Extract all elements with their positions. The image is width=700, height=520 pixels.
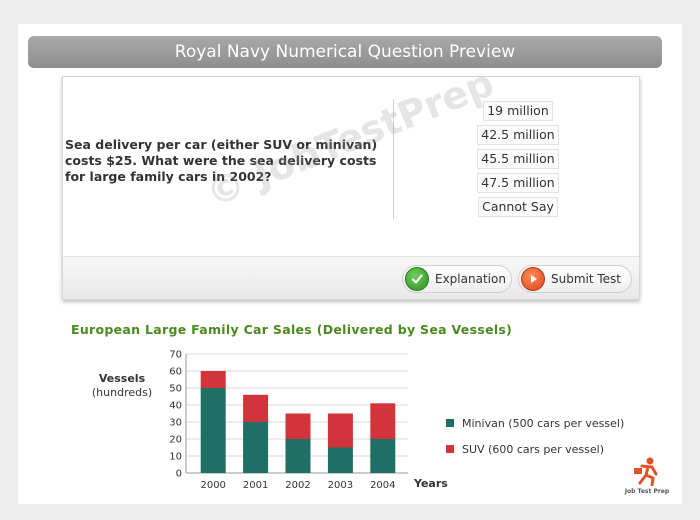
- logo-text: Job Test Prep: [624, 488, 670, 495]
- page-title: Royal Navy Numerical Question Preview: [28, 36, 662, 68]
- y-tick-label: 20: [169, 435, 182, 446]
- answer-option-5[interactable]: Cannot Say: [478, 197, 558, 217]
- legend-label-minivan: Minivan (500 cars per vessel): [462, 416, 625, 430]
- answer-option-1[interactable]: 19 million: [483, 101, 553, 121]
- bar-suv: [243, 394, 269, 422]
- answer-options: 19 million 42.5 million 45.5 million 47.…: [453, 101, 583, 221]
- y-tick-label: 60: [169, 367, 182, 378]
- bar-minivan: [285, 439, 311, 473]
- legend-swatch-suv: [446, 445, 454, 453]
- y-axis-label-line1: Vessels: [98, 372, 146, 385]
- x-tick-label: 2001: [243, 480, 268, 491]
- legend-label-suv: SUV (600 cars per vessel): [462, 442, 605, 456]
- legend-item-minivan: Minivan (500 cars per vessel): [446, 410, 624, 436]
- bar-minivan: [370, 439, 396, 473]
- bar-minivan: [327, 447, 353, 473]
- legend-swatch-minivan: [446, 419, 454, 427]
- y-tick-label: 30: [169, 418, 182, 429]
- bar-suv: [285, 413, 311, 439]
- bar-chart: 0 10 20 30 40 50 60 70 2000 2001 2002 2003 2004: [169, 350, 408, 491]
- divider: [393, 99, 394, 219]
- bar-minivan: [200, 388, 226, 473]
- x-tick-label: 2002: [285, 480, 310, 491]
- checkmark-icon: [405, 267, 429, 291]
- y-tick-label: 40: [169, 401, 182, 412]
- explanation-label: Explanation: [435, 272, 506, 286]
- button-bar: Explanation Submit Test: [63, 256, 639, 299]
- bar-suv: [200, 371, 226, 388]
- bar-minivan: [243, 422, 269, 473]
- play-icon: [521, 267, 545, 291]
- bar-suv: [327, 413, 353, 448]
- answer-option-3[interactable]: 45.5 million: [477, 149, 559, 169]
- y-axis-label: Vessels (hundreds): [87, 372, 157, 400]
- answer-option-4[interactable]: 47.5 million: [477, 173, 559, 193]
- y-tick-label: 0: [176, 469, 182, 480]
- bar-suv: [370, 403, 396, 439]
- legend-item-suv: SUV (600 cars per vessel): [446, 436, 624, 462]
- question-panel: Sea delivery per car (either SUV or mini…: [62, 76, 640, 300]
- y-tick-label: 70: [169, 350, 182, 361]
- y-axis-label-line2: (hundreds): [91, 386, 153, 399]
- chart-title: European Large Family Car Sales (Deliver…: [71, 322, 513, 337]
- submit-test-label: Submit Test: [551, 272, 622, 286]
- submit-test-button[interactable]: Submit Test: [518, 265, 632, 293]
- x-tick-label: 2003: [328, 480, 353, 491]
- jobtestprep-logo: Job Test Prep: [622, 456, 672, 495]
- legend: Minivan (500 cars per vessel) SUV (600 c…: [446, 410, 624, 462]
- runner-icon: [634, 457, 658, 487]
- question-text: Sea delivery per car (either SUV or mini…: [65, 137, 378, 184]
- y-tick-label: 10: [169, 452, 182, 463]
- x-tick-label: 2000: [200, 480, 225, 491]
- x-tick-label: 2004: [370, 480, 395, 491]
- y-tick-label: 50: [169, 384, 182, 395]
- x-axis-label: Years: [414, 477, 448, 490]
- explanation-button[interactable]: Explanation: [402, 265, 512, 293]
- answer-option-2[interactable]: 42.5 million: [477, 125, 559, 145]
